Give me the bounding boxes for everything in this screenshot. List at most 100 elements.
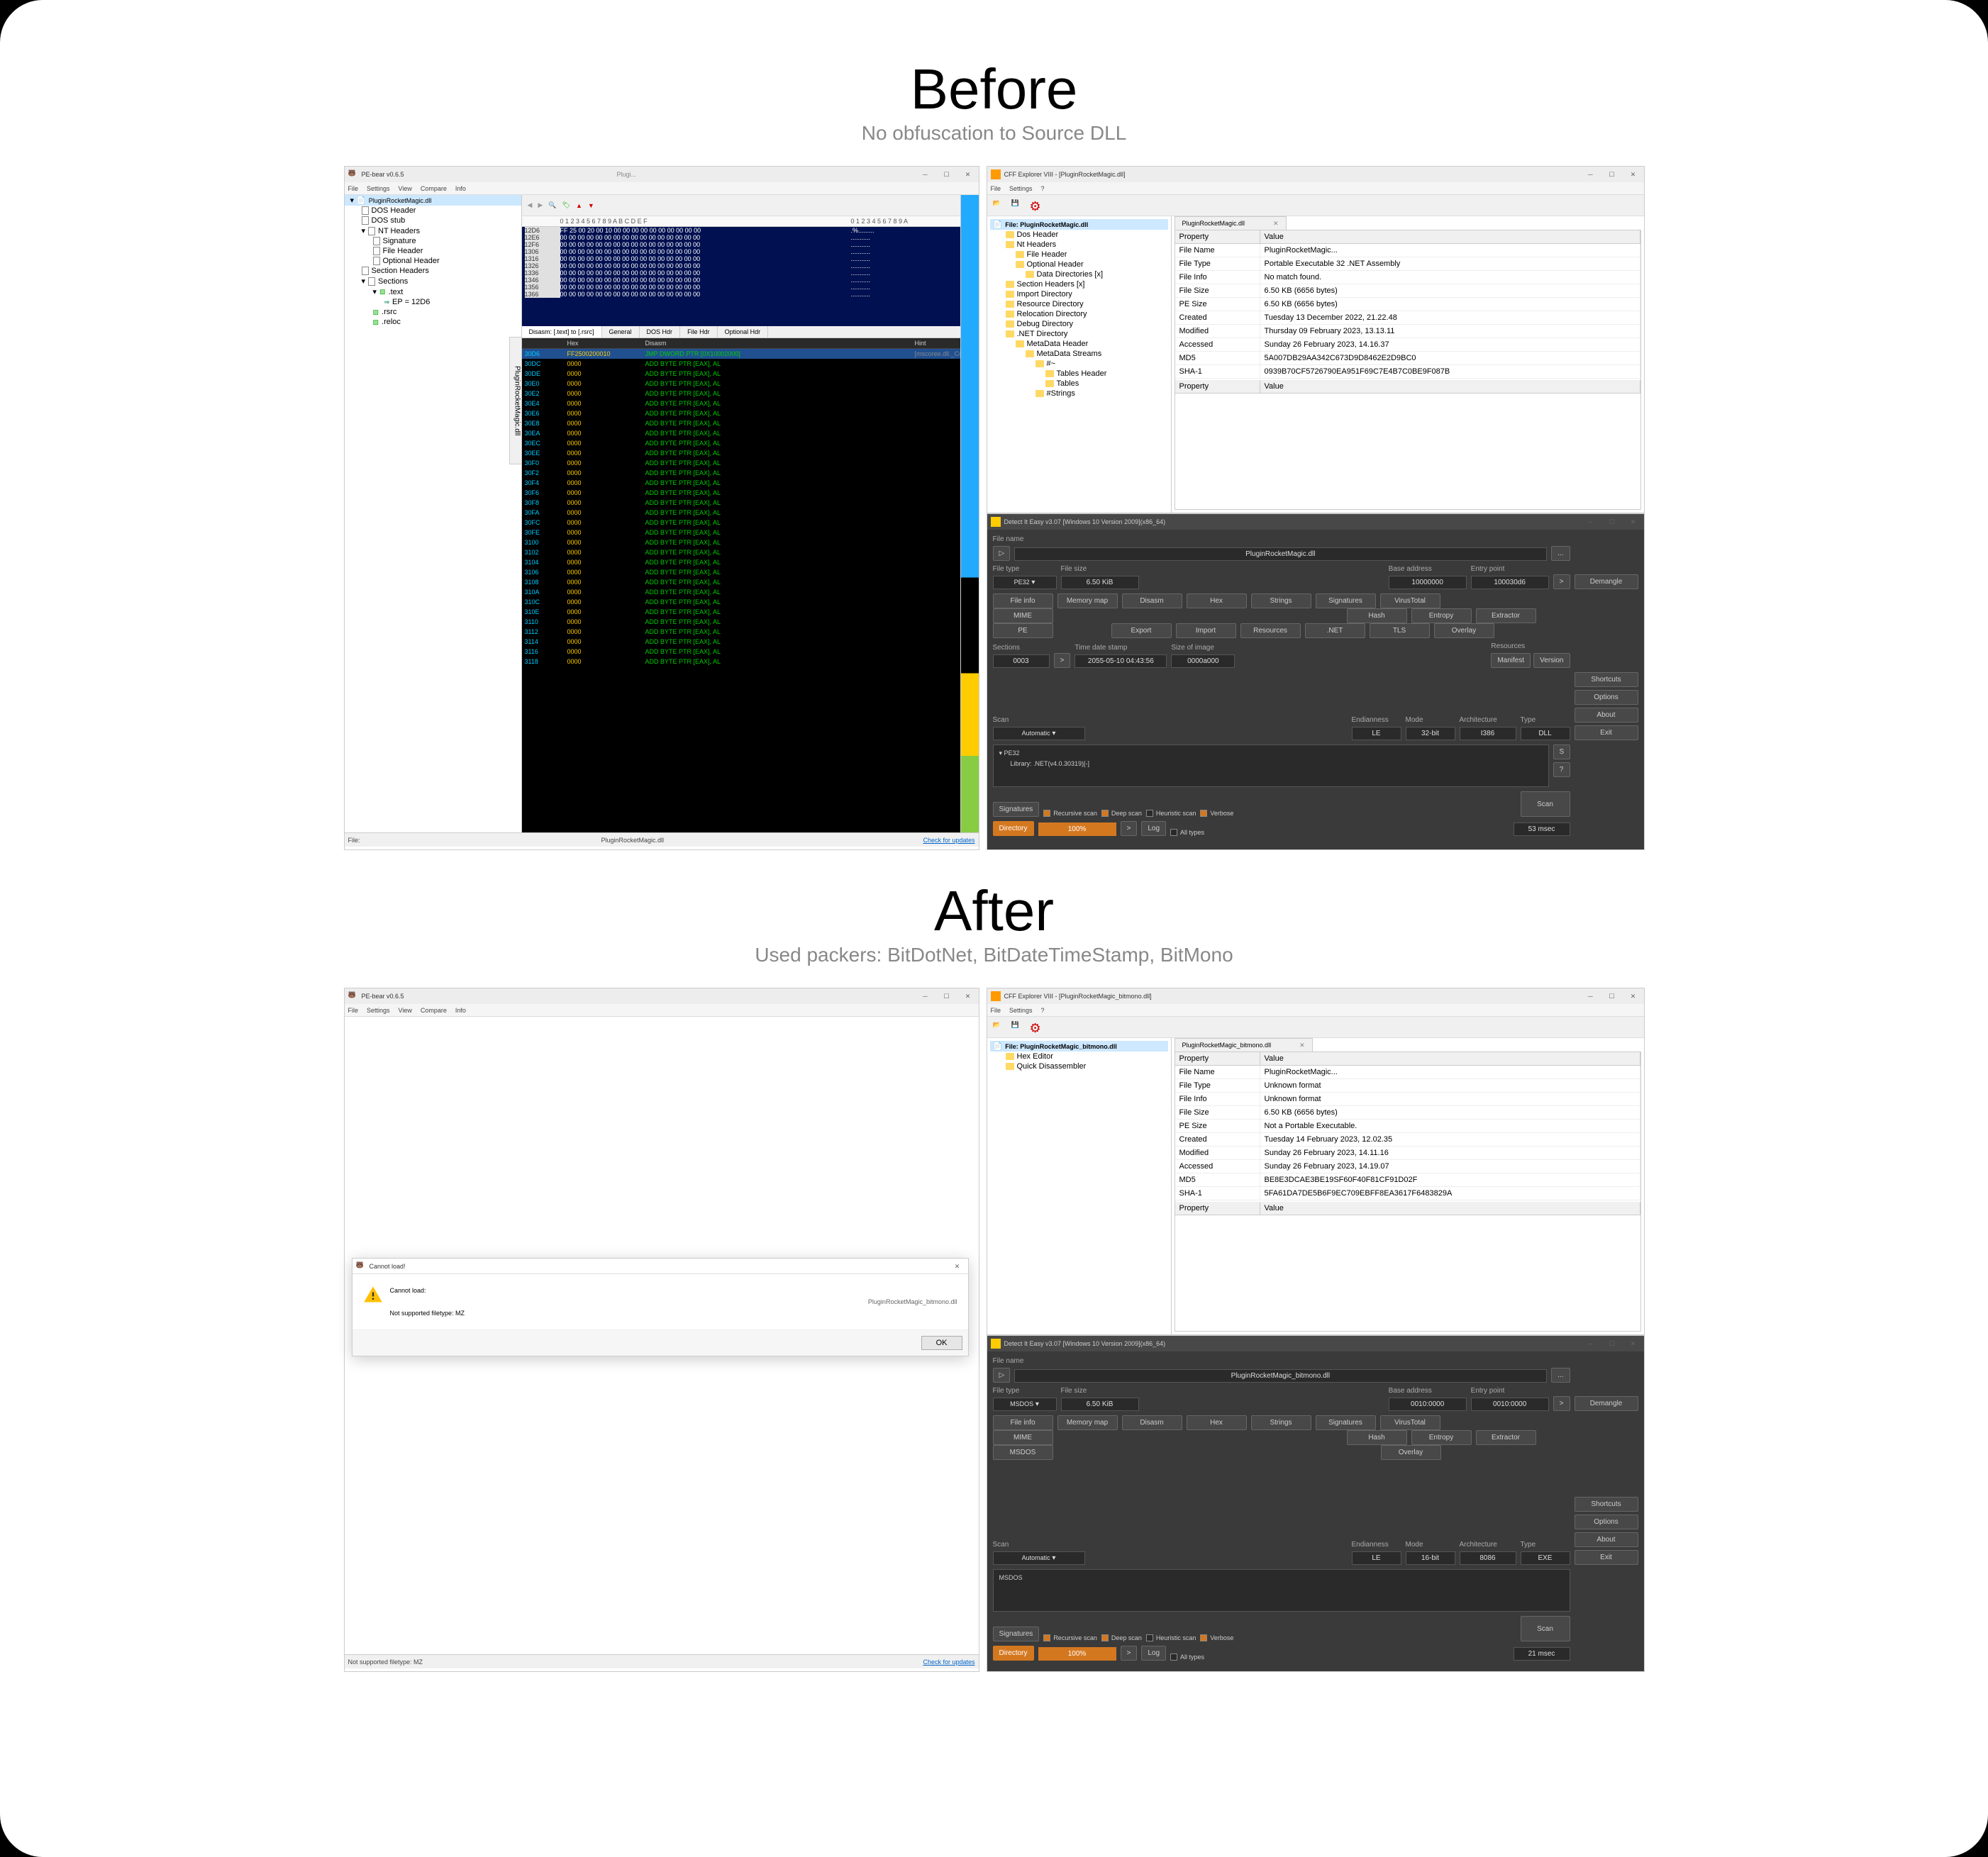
maximize-button[interactable]: ☐ <box>1601 988 1623 1004</box>
menu-help[interactable]: ? <box>1041 1007 1045 1014</box>
disasm-row[interactable]: 31080000ADD BYTE PTR [EAX], AL <box>522 577 960 587</box>
table-row[interactable]: CreatedTuesday 13 December 2022, 21.22.4… <box>1175 311 1640 325</box>
hex-row[interactable]: 136600 00 00 00 00 00 00 00 00 00 00 00 … <box>522 291 960 298</box>
die-btn-memory-map[interactable]: Memory map <box>1057 1415 1118 1430</box>
table-row[interactable]: AccessedSunday 26 February 2023, 14.19.0… <box>1175 1160 1640 1173</box>
die-filename-field[interactable]: PluginRocketMagic_bitmono.dll <box>1014 1369 1548 1383</box>
die-filename-field[interactable]: PluginRocketMagic.dll <box>1014 547 1548 561</box>
hex-row[interactable]: 131600 00 00 00 00 00 00 00 00 00 00 00 … <box>522 255 960 262</box>
menu-compare[interactable]: Compare <box>421 185 447 192</box>
disasm-row[interactable]: 310E0000ADD BYTE PTR [EAX], AL <box>522 607 960 617</box>
tree-node[interactable]: Relocation Directory <box>990 309 1168 319</box>
disasm-row[interactable]: 31040000ADD BYTE PTR [EAX], AL <box>522 557 960 567</box>
menu-view[interactable]: View <box>399 185 412 192</box>
tree-node[interactable]: ▾ NT Headers <box>345 225 521 236</box>
close-button[interactable]: ✕ <box>957 988 979 1004</box>
minimize-button[interactable]: ─ <box>915 167 936 182</box>
die-s-btn[interactable]: S <box>1553 745 1570 759</box>
search-icon[interactable]: 🔍 <box>548 201 556 209</box>
die-btn-extractor[interactable]: Extractor <box>1476 1430 1536 1445</box>
disasm-row[interactable]: 31100000ADD BYTE PTR [EAX], AL <box>522 617 960 627</box>
open-icon[interactable]: 📂 <box>993 1021 1006 1034</box>
die-btn-strings[interactable]: Strings <box>1251 1415 1311 1430</box>
tree-node[interactable]: Section Headers <box>345 266 521 276</box>
save-icon[interactable]: 💾 <box>1011 199 1024 212</box>
table-row[interactable]: MD5BE8E3DCAE3BE19SF60F40F81CF91D02F <box>1175 1173 1640 1187</box>
die-directory[interactable]: Directory <box>993 821 1034 836</box>
disasm-row[interactable]: 31120000ADD BYTE PTR [EAX], AL <box>522 627 960 637</box>
menu-settings[interactable]: Settings <box>1009 185 1033 192</box>
die-btn-disasm[interactable]: Disasm <box>1122 1415 1182 1430</box>
die-btn-hex[interactable]: Hex <box>1187 1415 1247 1430</box>
table-row[interactable]: PE Size6.50 KB (6656 bytes) <box>1175 298 1640 311</box>
die-filetype[interactable]: MSDOS ▾ <box>993 1398 1057 1411</box>
tab-general[interactable]: General <box>602 326 640 338</box>
table-row[interactable]: File TypePortable Executable 32 .NET Ass… <box>1175 257 1640 271</box>
die-filetype[interactable]: PE32 ▾ <box>993 576 1057 589</box>
chk-verbose[interactable]: Verbose <box>1200 1634 1233 1641</box>
vertical-file-tab[interactable]: PluginRocketMagic.dll <box>509 337 522 464</box>
close-button[interactable]: ✕ <box>1623 514 1644 530</box>
chk-deep[interactable]: Deep scan <box>1101 1634 1142 1641</box>
menu-file[interactable]: File <box>991 1007 1001 1014</box>
disasm-row[interactable]: 30E80000ADD BYTE PTR [EAX], AL <box>522 418 960 428</box>
die-options[interactable]: Options <box>1575 690 1638 705</box>
die-nav-back[interactable]: ▷ <box>993 1368 1010 1383</box>
disasm-row[interactable]: 30EE0000ADD BYTE PTR [EAX], AL <box>522 448 960 458</box>
tree-node[interactable]: .NET Directory <box>990 329 1168 339</box>
die-entry-go[interactable]: > <box>1553 574 1570 589</box>
die-btn-signatures[interactable]: Signatures <box>1316 1415 1376 1430</box>
check-updates-link[interactable]: Check for updates <box>923 1658 974 1666</box>
disasm-row[interactable]: 30D6FF2500200010JMP DWORD PTR [0X1000200… <box>522 349 960 359</box>
die-btn-import[interactable]: Import <box>1176 623 1236 638</box>
arrow-down-icon[interactable]: ▼ <box>588 202 594 209</box>
tree-node[interactable]: Import Directory <box>990 289 1168 299</box>
die-shortcuts[interactable]: Shortcuts <box>1575 1497 1638 1512</box>
hex-row[interactable]: 134600 00 00 00 00 00 00 00 00 00 00 00 … <box>522 277 960 284</box>
die-btn-strings[interactable]: Strings <box>1251 593 1311 608</box>
chk-verbose[interactable]: Verbose <box>1200 810 1233 817</box>
die-btn-resources[interactable]: Resources <box>1240 623 1301 638</box>
table-row[interactable]: PE SizeNot a Portable Executable. <box>1175 1120 1640 1133</box>
table-row[interactable]: AccessedSunday 26 February 2023, 14.16.3… <box>1175 338 1640 352</box>
tab-doshdr[interactable]: DOS Hdr <box>640 326 681 338</box>
die-btn-mime[interactable]: MIME <box>993 608 1053 623</box>
die-demangle[interactable]: Demangle <box>1575 574 1638 589</box>
hex-view[interactable]: 12D6FF 25 00 20 00 10 00 00 00 00 00 00 … <box>522 227 960 326</box>
disasm-row[interactable]: 31020000ADD BYTE PTR [EAX], AL <box>522 547 960 557</box>
tree-node[interactable]: ▾ ▧ .text <box>345 286 521 297</box>
die-log[interactable]: Log <box>1141 1646 1166 1661</box>
disasm-row[interactable]: 30F80000ADD BYTE PTR [EAX], AL <box>522 498 960 508</box>
tree-node[interactable]: ⇒ EP = 12D6 <box>345 297 521 307</box>
menu-info[interactable]: Info <box>455 1007 466 1014</box>
die-btn-export[interactable]: Export <box>1111 623 1172 638</box>
menu-info[interactable]: Info <box>455 185 466 192</box>
menu-help[interactable]: ? <box>1041 185 1045 192</box>
disasm-row[interactable]: 30F60000ADD BYTE PTR [EAX], AL <box>522 488 960 498</box>
die-btn-overlay[interactable]: Overlay <box>1434 623 1494 638</box>
cff-tree-root[interactable]: 📄 File: PluginRocketMagic_bitmono.dll <box>990 1041 1168 1052</box>
tab-opthdr[interactable]: Optional Hdr <box>718 326 769 338</box>
die-btn-.net[interactable]: .NET <box>1305 623 1365 638</box>
settings-icon[interactable]: ⚙ <box>1030 1021 1043 1034</box>
die-about[interactable]: About <box>1575 708 1638 723</box>
table-row[interactable]: SHA-15FA61DA7DE5B6F9EC709EBFF8EA3617F648… <box>1175 1187 1640 1200</box>
disasm-row[interactable]: 30E00000ADD BYTE PTR [EAX], AL <box>522 379 960 389</box>
minimize-button[interactable]: ─ <box>1580 167 1601 182</box>
tree-node[interactable]: Section Headers [x] <box>990 279 1168 289</box>
die-btn-mime[interactable]: MIME <box>993 1430 1053 1445</box>
die-manifest[interactable]: Manifest <box>1491 653 1531 668</box>
tree-node[interactable]: File Header <box>990 250 1168 260</box>
disasm-row[interactable]: 31000000ADD BYTE PTR [EAX], AL <box>522 537 960 547</box>
tree-node[interactable]: ▧ .rsrc <box>345 307 521 317</box>
tree-node[interactable]: Hex Editor <box>990 1052 1168 1061</box>
maximize-button[interactable]: ☐ <box>936 167 957 182</box>
die-exit[interactable]: Exit <box>1575 1550 1638 1565</box>
cff-tree[interactable]: 📄 File: PluginRocketMagic_bitmono.dll He… <box>987 1038 1172 1334</box>
hex-row[interactable]: 12D6FF 25 00 20 00 10 00 00 00 00 00 00 … <box>522 227 960 234</box>
tree-node[interactable]: MetaData Streams <box>990 349 1168 359</box>
tree-node[interactable]: DOS stub <box>345 216 521 225</box>
die-btn-overlay[interactable]: Overlay <box>1381 1445 1441 1460</box>
tree-node[interactable]: MetaData Header <box>990 339 1168 349</box>
die-btn-virustotal[interactable]: VirusTotal <box>1380 593 1440 608</box>
